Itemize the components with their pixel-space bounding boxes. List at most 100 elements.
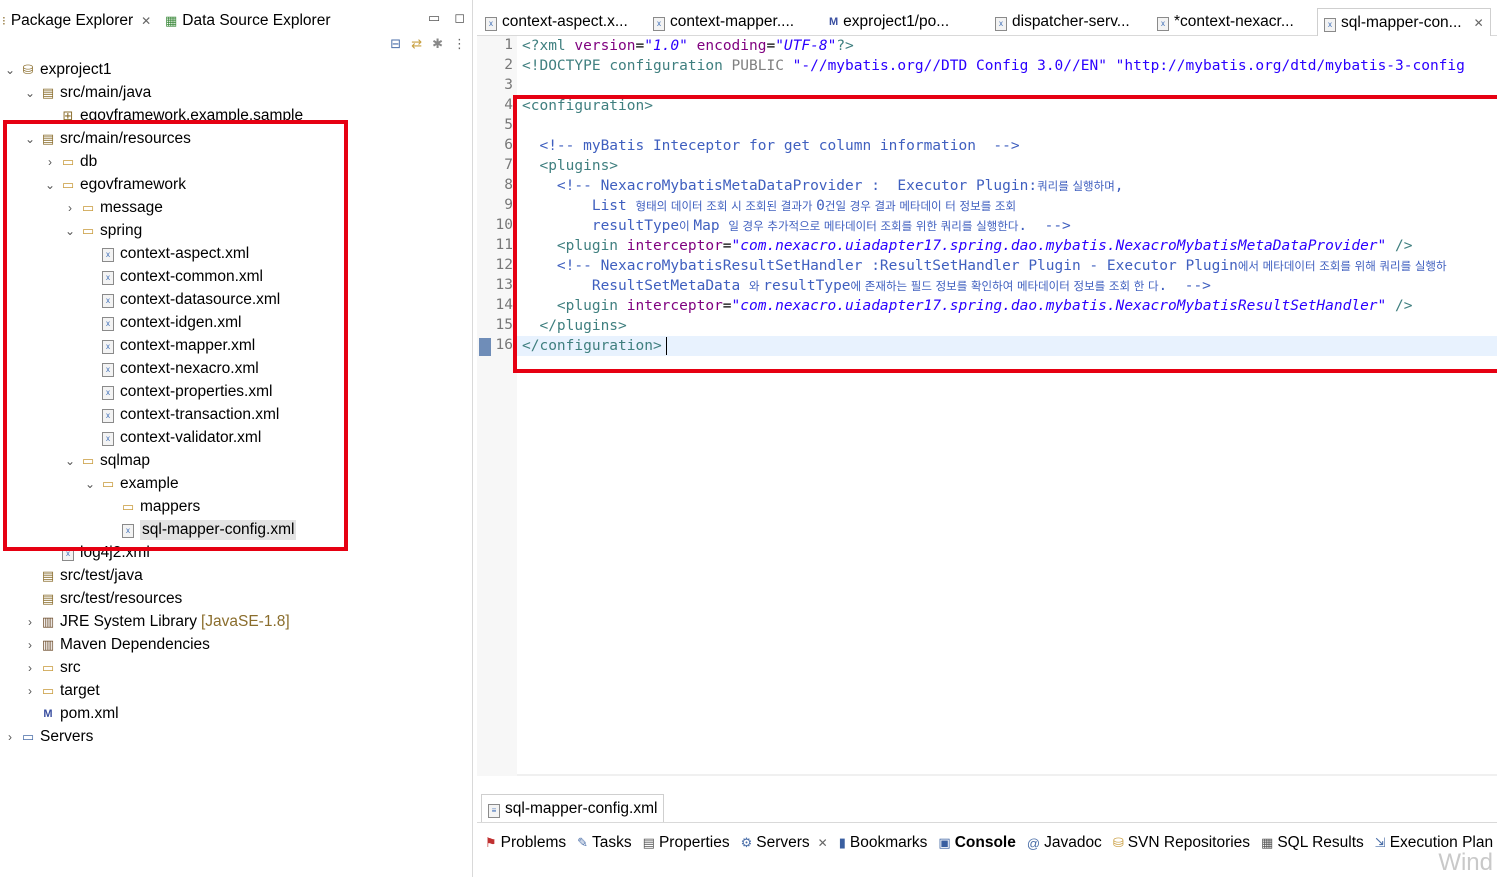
tab-problems[interactable]: ⚑ Problems [482,829,569,857]
chevron-down-icon[interactable]: ⌄ [62,224,78,238]
xml-pi: ?> [836,38,854,54]
tree-item-jre-system-library[interactable]: › ▥ JRE System Library [JavaSE-1.8] [22,610,290,633]
tree-item-message[interactable]: › ▭ message [62,196,163,219]
tree-item-mappers[interactable]: ▭ mappers [102,495,200,518]
tree-item-src[interactable]: › ▭ src [22,656,81,679]
folder-icon: ▭ [61,176,75,192]
tab-data-source-explorer[interactable]: ▦ Data Source Explorer [165,8,330,34]
code-token: 형태의 데이터 조회 시 조회된 결과가 [635,199,817,213]
tab-svn-repositories[interactable]: ⛁ SVN Repositories [1110,829,1253,857]
minimize-icon[interactable]: ▭ [428,10,440,26]
tree-item-src-test-resources[interactable]: ▤ src/test/resources [22,587,182,610]
tab-properties[interactable]: ▤ Properties [640,829,733,857]
tree-item-db[interactable]: › ▭ db [42,150,97,173]
close-icon[interactable]: ✕ [1474,16,1484,30]
code-editor[interactable]: 1 2 3 4 5 6 7 8 9 10 11 12 13 14 15 16 <… [477,36,1497,776]
editor-tab[interactable]: x context-mapper.... [647,8,800,36]
tree-item-exproject1[interactable]: ⌄ ⛁ exproject1 [2,58,112,81]
chevron-right-icon[interactable]: › [2,730,18,744]
tree-item-context-nexacro[interactable]: x context-nexacro.xml [82,357,259,380]
xml-file-icon: x [1157,13,1169,31]
tree-item-log4j2[interactable]: x log4j2.xml [42,541,150,564]
tree-item-servers[interactable]: › ▭ Servers [2,725,93,748]
tree-item-context-idgen[interactable]: x context-idgen.xml [82,311,241,334]
tree-item-label: context-common.xml [120,267,263,285]
tab-package-explorer[interactable]: ⁝ Package Explorer ✕ [2,8,151,34]
xml-string: "1.0" [644,38,688,54]
scroll-left-icon[interactable]: ‹ [525,774,529,776]
chevron-down-icon[interactable]: ⌄ [82,477,98,491]
chevron-down-icon[interactable]: ⌄ [22,132,38,146]
tree-item-context-common[interactable]: x context-common.xml [82,265,263,288]
horizontal-scrollbar[interactable]: ‹ [517,774,1497,776]
tree-item-src-main-java[interactable]: ⌄ ▤ src/main/java [22,81,151,104]
editor-tab[interactable]: x context-aspect.x... [479,8,634,36]
tree-item-context-aspect[interactable]: x context-aspect.xml [82,242,249,265]
tree-item-pom[interactable]: M pom.xml [22,702,119,725]
tab-tasks[interactable]: ✎ Tasks [574,829,635,857]
tab-bookmarks[interactable]: ▮ Bookmarks [836,829,931,857]
code-token: <!-- NexacroMybatisResultSetHandler :Res… [522,258,1238,274]
chevron-down-icon[interactable]: ⌄ [22,86,38,100]
tree-item-context-datasource[interactable]: x context-datasource.xml [82,288,280,311]
chevron-right-icon[interactable]: › [22,638,38,652]
source-tab-label: sql-mapper-config.xml [505,799,658,817]
editor-tab[interactable]: x dispatcher-serv... [989,8,1136,36]
windows-watermark: Wind [1438,849,1493,876]
maximize-icon[interactable]: ◻ [454,10,465,26]
tab-javadoc[interactable]: @ Javadoc [1024,829,1105,857]
editor-tab[interactable]: M exproject1/po... [823,8,955,36]
tree-item-sqlmap[interactable]: ⌄ ▭ sqlmap [62,449,150,472]
xml-attr: version [574,38,636,54]
chevron-down-icon[interactable]: ⌄ [2,63,18,77]
tree-item-package[interactable]: ⊞ egovframework.example.sample [42,104,304,127]
tree-item-label: context-validator.xml [120,428,262,446]
servers-icon: ⚙ [740,835,753,850]
tree-item-context-transaction[interactable]: x context-transaction.xml [82,403,279,426]
xml-tag: <plugin [522,298,627,314]
tree-item-egovframework[interactable]: ⌄ ▭ egovframework [42,173,186,196]
tree-item-sql-mapper-config[interactable]: x sql-mapper-config.xml [102,518,297,541]
filter-icon[interactable]: ✱ [432,36,443,56]
link-with-editor-icon[interactable]: ⇄ [411,36,422,56]
xml-attr: encoding [696,38,767,54]
chevron-right-icon[interactable]: › [62,201,78,215]
editor-tab-active[interactable]: x sql-mapper-con... ✕ [1317,8,1491,36]
chevron-right-icon[interactable]: › [42,155,58,169]
tree-item-label: log4j2.xml [80,543,150,561]
chevron-right-icon[interactable]: › [22,615,38,629]
line-number: 7 [504,157,513,173]
tree-item-context-properties[interactable]: x context-properties.xml [82,380,272,403]
tree-item-src-test-java[interactable]: ▤ src/test/java [22,564,143,587]
code-token: = [635,38,645,54]
tree-item-maven-dependencies[interactable]: › ▥ Maven Dependencies [22,633,210,656]
tree-item-example[interactable]: ⌄ ▭ example [82,472,179,495]
tab-servers[interactable]: ⚙ Servers ✕ [738,829,831,857]
collapse-all-icon[interactable]: ⊟ [390,36,401,56]
tree-item-label: pom.xml [60,704,119,722]
tree-item-context-mapper[interactable]: x context-mapper.xml [82,334,255,357]
chevron-down-icon[interactable]: ⌄ [62,454,78,468]
chevron-right-icon[interactable]: › [22,684,38,698]
tab-console[interactable]: ▣ Console [935,829,1018,857]
xml-file-icon: x [485,13,497,31]
maven-file-icon: M [43,707,53,720]
line-number: 2 [504,57,513,73]
code-line: <!-- myBatis Inteceptor for get column i… [522,138,1020,154]
tab-sql-results[interactable]: ▦ SQL Results [1258,829,1367,857]
library-icon: ▥ [41,636,55,652]
close-icon[interactable]: ✕ [818,836,828,850]
code-token: 0 [816,198,825,214]
tree-item-spring[interactable]: ⌄ ▭ spring [62,219,142,242]
chevron-down-icon[interactable]: ⌄ [42,178,58,192]
tree-item-context-validator[interactable]: x context-validator.xml [82,426,261,449]
view-menu-icon[interactable]: ⋮ [453,36,466,56]
chevron-right-icon[interactable]: › [22,661,38,675]
view-tab-label: Problems [500,834,567,851]
source-tab[interactable]: ≡ sql-mapper-config.xml [481,794,665,822]
svn-icon: ⛁ [1112,835,1124,850]
close-icon[interactable]: ✕ [141,14,151,28]
tree-item-src-main-resources[interactable]: ⌄ ▤ src/main/resources [22,127,191,150]
editor-tab[interactable]: x *context-nexacr... [1151,8,1300,36]
tree-item-target[interactable]: › ▭ target [22,679,100,702]
